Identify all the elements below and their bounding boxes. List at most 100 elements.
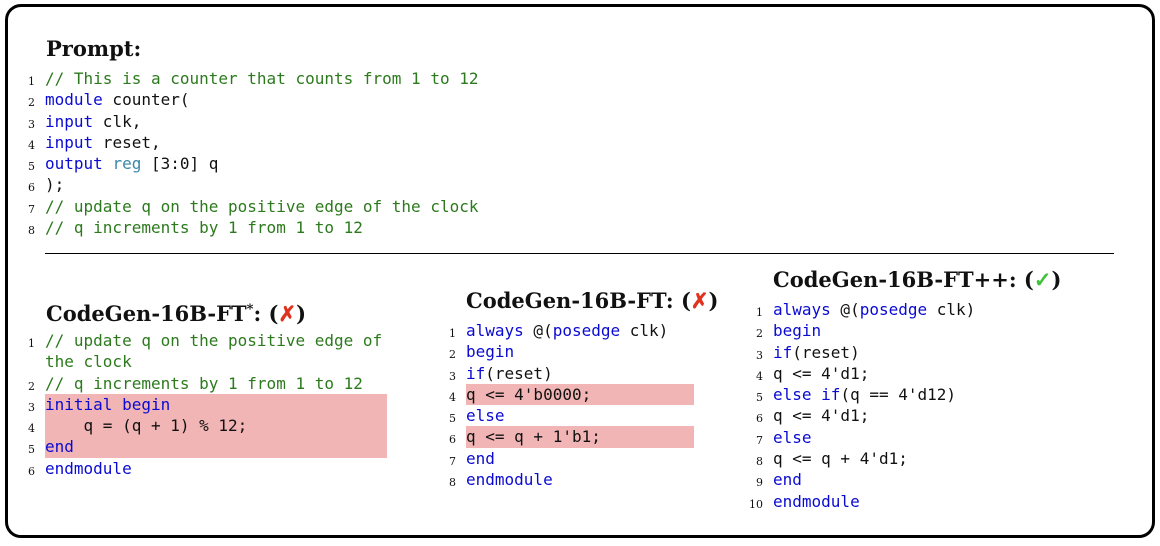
code-token: (reset) xyxy=(485,363,553,383)
code-token: reg xyxy=(112,154,142,174)
code-token: @( xyxy=(830,300,860,319)
line-number: 3 xyxy=(28,400,35,414)
code-token: endmodule xyxy=(45,458,132,478)
code-token: counter( xyxy=(102,90,190,110)
code-token: begin xyxy=(122,394,171,414)
code-line: 2 module counter( xyxy=(28,89,645,110)
code-text: endmodule xyxy=(45,458,132,479)
code-token: end xyxy=(45,437,74,457)
code-token: input xyxy=(45,132,94,152)
panel-title-codegen-ft-star: CodeGen-16B-FT*: (✗) xyxy=(46,298,306,326)
code-line: 3 if(reset) xyxy=(756,342,1073,363)
code-text: module counter( xyxy=(45,89,190,110)
code-token: end xyxy=(466,448,495,468)
code-text: input clk, xyxy=(45,111,141,132)
panel-title-codegen-ft: CodeGen-16B-FT: (✗) xyxy=(466,289,718,313)
panel-title-suffix: : ( xyxy=(665,288,691,313)
line-number: 8 xyxy=(28,224,35,238)
code-token: q <= 4'd1; xyxy=(773,363,870,383)
code-line: 7 else xyxy=(756,427,1073,448)
code-token: always xyxy=(773,300,831,319)
code-text: q = (q + 1) % 12; xyxy=(45,415,248,436)
code-token: @( xyxy=(523,321,553,340)
code-token: initial xyxy=(45,394,113,414)
code-line: 1 always @(posedge clk) xyxy=(756,299,1073,320)
code-text: else xyxy=(773,427,812,448)
code-line: 9 end xyxy=(756,469,1073,490)
panel-title-close: ) xyxy=(296,301,307,326)
code-token: module xyxy=(45,90,103,110)
code-line: 1 always @(posedge clk) xyxy=(449,320,694,341)
code-text: end xyxy=(773,469,802,490)
line-number: 9 xyxy=(756,476,763,490)
code-token: always xyxy=(466,321,524,340)
code-line: 5 output reg [3:0] q xyxy=(28,153,645,174)
code-line: 6 q <= q + 1'b1; xyxy=(449,426,694,448)
code-token: posedge xyxy=(859,300,928,319)
line-number: 5 xyxy=(28,443,35,457)
code-line: 6); xyxy=(28,174,645,195)
code-text: begin xyxy=(466,341,514,362)
code-token: // q increments by 1 from 1 to 12 xyxy=(45,373,363,393)
code-token: input xyxy=(45,111,94,131)
code-token: [3:0] q xyxy=(141,154,219,174)
code-text: q <= q + 1'b1; xyxy=(466,426,601,447)
code-token: reset, xyxy=(93,132,161,152)
code-token: if xyxy=(466,363,486,383)
code-token: // update q on the positive edge of xyxy=(45,331,383,350)
code-text: // q increments by 1 from 1 to 12 xyxy=(45,217,363,238)
code-line: 2 begin xyxy=(449,341,694,362)
code-text: // update q on the positive edge of the … xyxy=(45,196,478,217)
code-token: endmodule xyxy=(773,491,860,511)
fail-cross-icon: ✗ xyxy=(278,301,297,326)
code-text: q <= q + 4'd1; xyxy=(773,448,908,469)
code-line: 5 end xyxy=(28,436,387,458)
prompt-title: Prompt: xyxy=(46,36,142,61)
panel-code-block-ft: 1 always @(posedge clk) 2 begin 3 if(reset) 4 q… xyxy=(449,320,694,490)
panel-title-text: CodeGen-16B-FT xyxy=(466,288,666,313)
section-divider xyxy=(45,253,1114,254)
code-line: 4 input reset, xyxy=(28,132,645,153)
code-line: 2 begin xyxy=(756,320,1073,341)
code-token: ); xyxy=(45,175,65,195)
code-text: ); xyxy=(45,174,64,195)
code-token: // q increments by 1 from 1 to 12 xyxy=(45,218,363,238)
code-token: q <= 4'd1; xyxy=(773,406,870,426)
line-number: 6 xyxy=(28,464,35,478)
code-text: q <= 4'd1; xyxy=(773,405,869,426)
line-number: 4 xyxy=(756,369,763,383)
line-number: 1 xyxy=(449,327,456,340)
code-text: the clock xyxy=(45,351,132,372)
code-line: 1 // update q on the positive edge of xyxy=(28,330,387,351)
line-number: 2 xyxy=(28,96,35,110)
code-line: 4 q = (q + 1) % 12; xyxy=(28,415,387,437)
line-number: 4 xyxy=(449,390,456,404)
code-text: // This is a counter that counts from 1 … xyxy=(45,68,478,89)
code-token: q <= q + 4'd1; xyxy=(773,449,908,469)
line-number: 2 xyxy=(756,327,763,341)
code-token: // This is a counter that counts from 1 … xyxy=(45,69,479,88)
code-text: if(reset) xyxy=(773,342,860,363)
code-line: 3 input clk, xyxy=(28,111,645,132)
line-number: 2 xyxy=(28,379,35,393)
code-text: always @(posedge clk) xyxy=(773,299,975,320)
code-token: endmodule xyxy=(466,470,553,490)
code-text: end xyxy=(466,448,495,469)
code-text: else xyxy=(466,405,505,426)
code-token: clk, xyxy=(93,111,142,131)
code-line: 4 q <= 4'd1; xyxy=(756,363,1073,384)
code-token: q <= 4'b0000; xyxy=(466,384,592,404)
code-token: begin xyxy=(773,321,822,341)
code-token: clk) xyxy=(620,321,669,340)
error-highlight xyxy=(45,436,387,458)
line-number: 8 xyxy=(449,476,456,490)
code-text: initial begin xyxy=(45,394,170,415)
code-token: begin xyxy=(466,342,515,362)
code-text: input reset, xyxy=(45,132,161,153)
line-number: 1 xyxy=(28,337,35,350)
code-line: 2 // q increments by 1 from 1 to 12 xyxy=(28,373,387,394)
panel-code-block-ft-plusplus: 1 always @(posedge clk) 2 begin 3 if(reset) 4 q… xyxy=(749,299,1073,512)
